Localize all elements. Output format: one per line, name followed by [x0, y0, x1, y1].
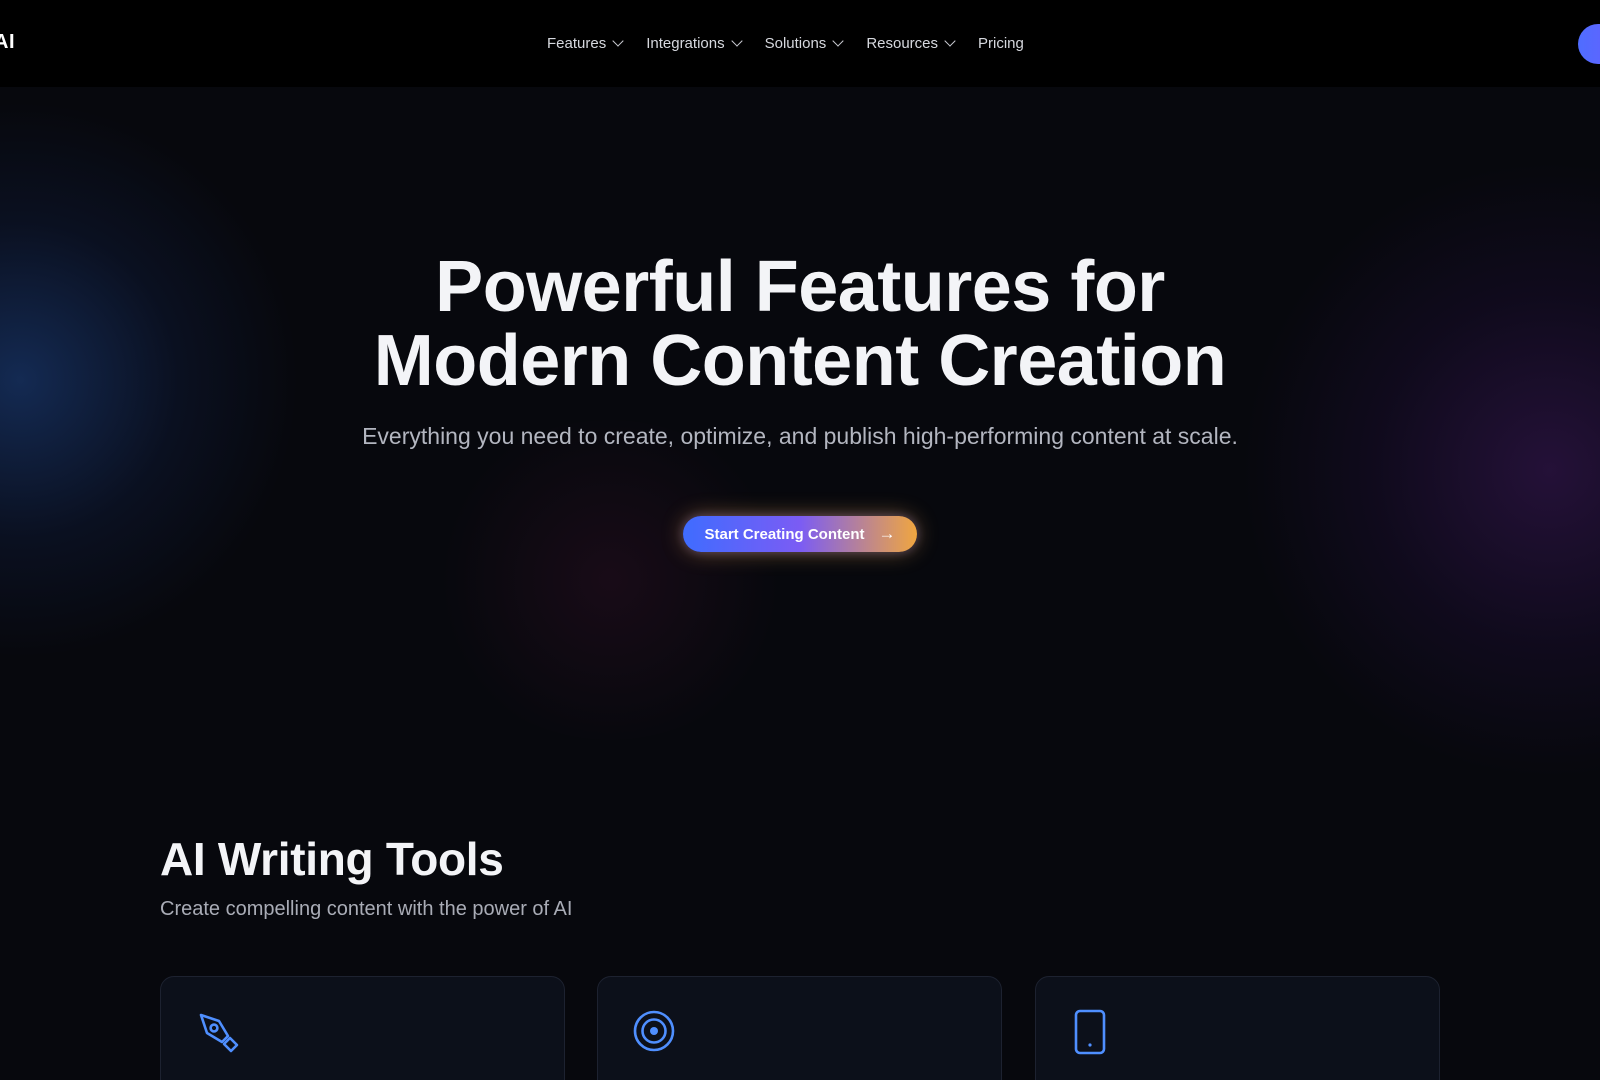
hero-title-line-2: Modern Content Creation — [373, 321, 1227, 401]
cta-label: Start Creating Content — [704, 525, 865, 543]
feature-card[interactable] — [160, 976, 565, 1080]
section-title: AI Writing Tools — [160, 833, 504, 885]
nav-item-resources[interactable]: Resources — [866, 32, 956, 54]
chevron-down-icon — [730, 35, 743, 47]
nav-cta-button[interactable] — [1578, 24, 1600, 64]
page: AI Features Integrations Solutions Resou… — [0, 0, 1600, 1080]
chevron-down-icon — [612, 35, 624, 47]
nav-item-label: Features — [547, 34, 607, 52]
nav-item-label: Solutions — [764, 34, 827, 52]
feature-card[interactable] — [1035, 976, 1440, 1080]
nav-item-features[interactable]: Features — [547, 32, 624, 54]
target-icon — [633, 1010, 675, 1052]
logo[interactable]: AI — [0, 31, 15, 54]
nav-item-integrations[interactable]: Integrations — [646, 32, 743, 54]
nav-links: Features Integrations Solutions Resource… — [547, 32, 1024, 54]
nav-item-solutions[interactable]: Solutions — [764, 32, 844, 54]
nav-item-label: Resources — [866, 34, 939, 52]
hero-title-line-1: Powerful Features for — [435, 247, 1165, 327]
feature-card[interactable] — [597, 976, 1002, 1080]
tablet-icon — [1074, 1009, 1106, 1055]
hero-subtitle: Everything you need to create, optimize,… — [362, 423, 1238, 449]
chevron-down-icon — [944, 35, 956, 47]
hero-title: Powerful Features for Modern Content Cre… — [0, 250, 1600, 398]
chevron-down-icon — [832, 35, 844, 47]
nav-item-label: Integrations — [646, 34, 725, 52]
nav-item-pricing[interactable]: Pricing — [978, 32, 1024, 54]
section-subtitle: Create compelling content with the power… — [160, 898, 573, 920]
navbar: AI Features Integrations Solutions Resou… — [0, 0, 1600, 87]
start-creating-content-button[interactable]: Start Creating Content → — [683, 516, 917, 552]
nav-item-label: Pricing — [978, 34, 1024, 52]
pen-icon — [199, 1013, 239, 1053]
background-glow-center — [430, 420, 790, 740]
arrow-right-icon: → — [878, 524, 896, 543]
